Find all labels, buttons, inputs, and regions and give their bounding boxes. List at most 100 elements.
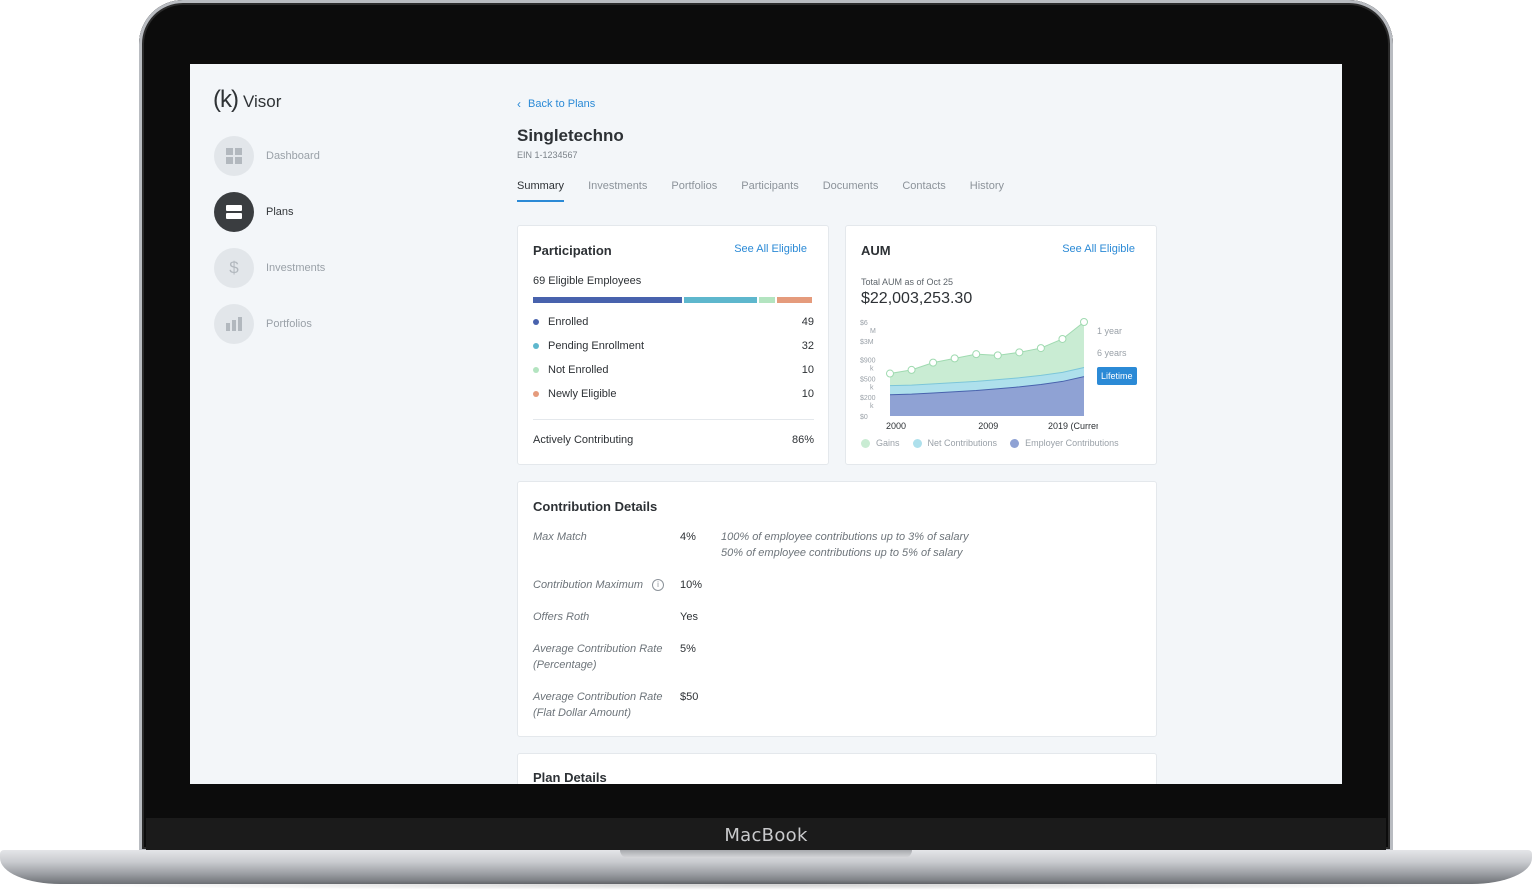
bar-chart-icon [214,304,254,344]
legend-label: Employer Contributions [1025,438,1119,448]
row-label: Newly Eligible [548,388,617,400]
row-value: 10% [680,579,703,591]
sidebar-item-label: Investments [266,262,326,274]
contribution-title: Contribution Details [533,499,658,514]
row-value: Yes [680,611,698,623]
y-tick-label: $3M [860,339,874,346]
tab-history[interactable]: History [970,180,1004,202]
app-logo[interactable]: (k) Visor [213,86,281,114]
laptop-shadow [30,880,1502,890]
employer-contributions-dot [1010,438,1020,448]
chart-legend: Gains Net Contributions Employer Contrib… [861,438,1132,448]
page-title: Singletechno [517,126,624,145]
row-value: 4% [680,531,696,543]
x-tick-label: 2000 [886,421,906,431]
x-tick-label: 2009 [978,421,998,431]
participation-bar [533,297,814,303]
y-tick-label: $500 k [860,376,876,391]
laptop-chin: MacBook [146,818,1386,852]
data-point [950,354,959,363]
tab-contacts[interactable]: Contacts [902,180,945,202]
logo-text: Visor [242,92,282,111]
tab-participants[interactable]: Participants [741,180,798,202]
range-6-years[interactable]: 6 years [1097,348,1127,358]
plan-details-title: Plan Details [533,770,607,784]
bar-segment-not-enrolled [759,297,775,303]
row-label: Not Enrolled [548,364,609,376]
net-contributions-dot [912,438,922,448]
y-tick-label: $0 [860,414,868,421]
actively-contributing-row: Actively Contributing 86% [533,434,814,446]
sidebar-item-portfolios[interactable]: Portfolios [214,304,325,344]
sidebar-item-label: Plans [266,206,294,218]
legend-employer-contributions: Employer Contributions [1010,438,1119,448]
row-value: 32 [801,340,814,352]
divider [533,419,814,420]
range-lifetime[interactable]: Lifetime [1097,367,1137,385]
legend-label: Net Contributions [927,438,998,448]
description-line: 100% of employee contributions up to 3% … [721,531,969,543]
row-value: $50 [680,691,699,703]
see-all-eligible-link[interactable]: See All Eligible [1062,243,1135,255]
logo-mark: (k) [213,86,239,113]
row-value: 49 [801,316,814,328]
data-point [972,350,981,359]
tab-bar: Summary Investments Portfolios Participa… [517,180,1028,202]
see-all-eligible-link[interactable]: See All Eligible [734,243,807,255]
sidebar-item-label: Portfolios [266,318,312,330]
app-screen: (k) Visor Dashboard Plans $ Investments … [190,64,1342,784]
aum-chart: $6M $3M $900 k $500 k $200 k $0 2000 2009 2019 (Cu… [860,318,1098,431]
tab-portfolios[interactable]: Portfolios [671,180,717,202]
table-row: Average Contribution Rate (Flat Dollar A… [533,689,721,721]
sidebar-item-label: Dashboard [266,150,320,162]
bar-segment-newly-eligible [777,297,812,303]
legend-gains: Gains [861,438,900,448]
chevron-left-icon: ‹ [517,97,521,111]
data-point [929,358,938,367]
back-to-plans-link[interactable]: ‹ Back to Plans [517,97,595,111]
data-point [993,351,1002,360]
sidebar-item-investments[interactable]: $ Investments [214,248,325,288]
data-point [1015,348,1024,357]
y-tick-label: $900 k [860,358,876,373]
table-row: Average Contribution Rate (Percentage) 5… [533,641,721,673]
row-label: Offers Roth [533,611,590,623]
row-value: 86% [791,434,814,446]
row-value: 10 [801,364,814,376]
y-tick-label: $200 k [860,395,876,410]
sidebar-item-plans[interactable]: Plans [214,192,325,232]
sidebar-nav: Dashboard Plans $ Investments Portfolios [214,136,325,360]
data-point [907,365,916,374]
row-value: 10 [801,388,814,400]
y-tick-label: $6M [860,320,876,335]
row-label: Average Contribution Rate (Flat Dollar A… [533,691,663,719]
participation-card: Participation See All Eligible 69 Eligib… [517,225,829,465]
grid-icon [214,136,254,176]
data-point [1058,334,1067,343]
row-label: Actively Contributing [533,434,634,446]
row-label: Enrolled [548,316,589,328]
plan-details-card: Plan Details [517,753,1157,784]
eligible-employees-count: 69 Eligible Employees [533,275,642,287]
list-item: Newly Eligible 10 [533,388,814,400]
aum-caption: Total AUM as of Oct 25 [861,277,954,287]
sidebar-item-dashboard[interactable]: Dashboard [214,136,325,176]
contribution-details-card: Contribution Details Max Match 4% 100% o… [517,481,1157,737]
bar-segment-enrolled [533,297,682,303]
chart-areas [889,321,1085,416]
tab-documents[interactable]: Documents [823,180,879,202]
data-point [886,369,894,378]
range-1-year[interactable]: 1 year [1097,326,1122,336]
row-label: Max Match [533,531,587,543]
table-row: Max Match 4% 100% of employee contributi… [533,529,969,561]
pending-dot [533,343,539,349]
row-value: 5% [680,643,696,655]
info-icon[interactable]: i [652,579,665,591]
tab-investments[interactable]: Investments [588,180,647,202]
tab-summary[interactable]: Summary [517,180,565,202]
newly-eligible-dot [533,391,539,397]
table-row: Contribution Maximum i 10% [533,577,721,593]
list-item: Enrolled 49 [533,316,814,328]
row-description: 100% of employee contributions up to 3% … [721,529,969,561]
dollar-icon: $ [214,248,254,288]
